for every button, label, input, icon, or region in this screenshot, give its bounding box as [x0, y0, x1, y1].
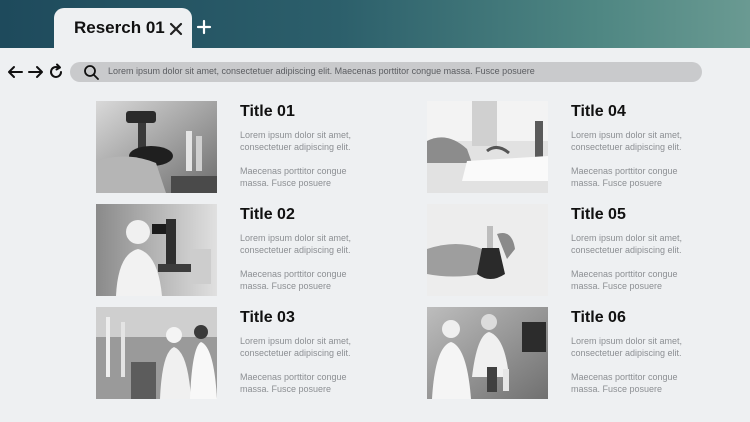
card-description-line: Maecenas porttitor congue	[240, 372, 347, 382]
card-description-line: massa. Fusce posuere	[240, 178, 332, 188]
card-description-line: consectetuer adipiscing elit.	[571, 348, 682, 358]
research-card[interactable]: Title 06 Lorem ipsum dolor sit amet, con…	[427, 307, 727, 399]
card-description-line: Maecenas porttitor congue	[240, 166, 347, 176]
card-description-line: Lorem ipsum dolor sit amet,	[240, 233, 352, 243]
card-title: Title 02	[240, 206, 295, 223]
browser-tab[interactable]: Reserch 01	[54, 8, 192, 49]
arrow-left-icon[interactable]	[7, 63, 24, 81]
card-thumbnail	[96, 101, 217, 193]
card-description-line: consectetuer adipiscing elit.	[240, 245, 351, 255]
card-description-line: consectetuer adipiscing elit.	[571, 142, 682, 152]
card-description: Maecenas porttitor congue massa. Fusce p…	[571, 165, 721, 189]
tab-title: Reserch 01	[74, 18, 165, 37]
card-description: Lorem ipsum dolor sit amet, consectetuer…	[240, 129, 390, 153]
card-description: Lorem ipsum dolor sit amet, consectetuer…	[240, 335, 390, 359]
card-description-line: consectetuer adipiscing elit.	[571, 245, 682, 255]
card-description-line: Maecenas porttitor congue	[571, 372, 678, 382]
card-description: Maecenas porttitor congue massa. Fusce p…	[571, 268, 721, 292]
card-description-line: Lorem ipsum dolor sit amet,	[571, 130, 683, 140]
card-description-line: massa. Fusce posuere	[571, 384, 663, 394]
card-thumbnail	[96, 204, 217, 296]
card-description: Maecenas porttitor congue massa. Fusce p…	[240, 268, 390, 292]
card-description: Lorem ipsum dolor sit amet, consectetuer…	[571, 232, 721, 256]
card-description-line: consectetuer adipiscing elit.	[240, 142, 351, 152]
card-description-line: Lorem ipsum dolor sit amet,	[240, 336, 352, 346]
card-description-line: Lorem ipsum dolor sit amet,	[240, 130, 352, 140]
card-title: Title 03	[240, 309, 295, 326]
card-description: Maecenas porttitor congue massa. Fusce p…	[571, 371, 721, 395]
card-description: Lorem ipsum dolor sit amet, consectetuer…	[571, 335, 721, 359]
search-icon	[83, 64, 99, 80]
card-thumbnail	[427, 204, 548, 296]
card-title: Title 06	[571, 309, 626, 326]
card-description-line: massa. Fusce posuere	[240, 384, 332, 394]
plus-icon[interactable]	[196, 19, 212, 35]
research-card[interactable]: Title 01 Lorem ipsum dolor sit amet, con…	[96, 101, 396, 193]
card-title: Title 05	[571, 206, 626, 223]
card-thumbnail	[427, 101, 548, 193]
address-bar-text: Lorem ipsum dolor sit amet, consectetuer…	[108, 66, 535, 76]
research-card[interactable]: Title 02 Lorem ipsum dolor sit amet, con…	[96, 204, 396, 296]
card-thumbnail	[96, 307, 217, 399]
card-description-line: consectetuer adipiscing elit.	[240, 348, 351, 358]
address-bar[interactable]: Lorem ipsum dolor sit amet, consectetuer…	[70, 62, 702, 82]
card-description-line: massa. Fusce posuere	[240, 281, 332, 291]
card-description: Maecenas porttitor congue massa. Fusce p…	[240, 371, 390, 395]
card-description: Maecenas porttitor congue massa. Fusce p…	[240, 165, 390, 189]
card-description: Lorem ipsum dolor sit amet, consectetuer…	[571, 129, 721, 153]
card-description-line: Lorem ipsum dolor sit amet,	[571, 233, 683, 243]
card-description-line: Maecenas porttitor congue	[240, 269, 347, 279]
reload-icon[interactable]	[48, 63, 64, 81]
research-card[interactable]: Title 03 Lorem ipsum dolor sit amet, con…	[96, 307, 396, 399]
card-description-line: Lorem ipsum dolor sit amet,	[571, 336, 683, 346]
card-description: Lorem ipsum dolor sit amet, consectetuer…	[240, 232, 390, 256]
card-description-line: Maecenas porttitor congue	[571, 269, 678, 279]
research-card[interactable]: Title 04 Lorem ipsum dolor sit amet, con…	[427, 101, 727, 193]
card-description-line: massa. Fusce posuere	[571, 281, 663, 291]
card-description-line: Maecenas porttitor congue	[571, 166, 678, 176]
card-thumbnail	[427, 307, 548, 399]
card-description-line: massa. Fusce posuere	[571, 178, 663, 188]
card-title: Title 04	[571, 103, 626, 120]
research-card[interactable]: Title 05 Lorem ipsum dolor sit amet, con…	[427, 204, 727, 296]
arrow-right-icon[interactable]	[27, 63, 44, 81]
card-title: Title 01	[240, 103, 295, 120]
close-icon[interactable]	[168, 21, 184, 37]
